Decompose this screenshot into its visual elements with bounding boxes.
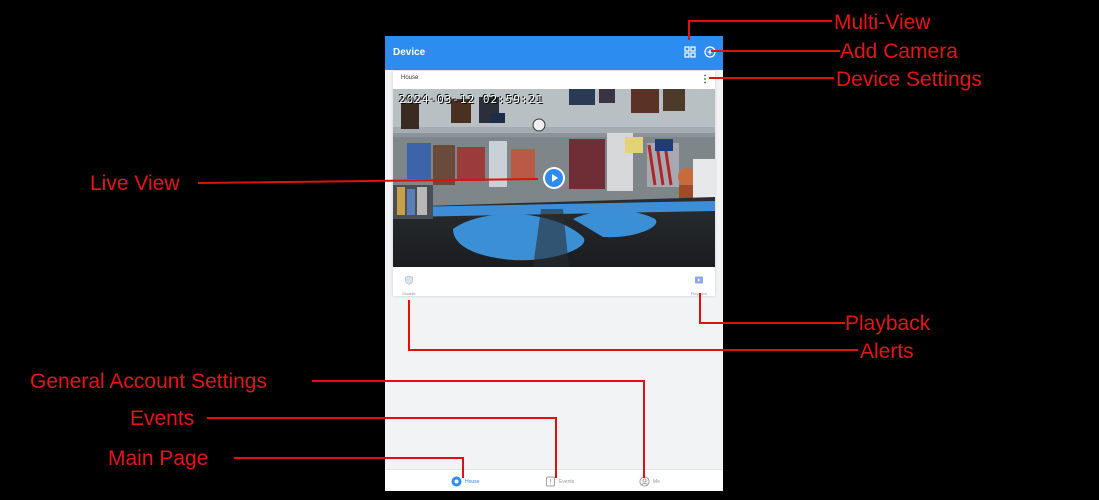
playback-icon xyxy=(695,276,703,284)
live-view-thumbnail[interactable]: 2024-03-12 02:59:21 xyxy=(393,89,715,267)
page-title: Device xyxy=(393,47,426,58)
plus-circle-icon xyxy=(704,46,716,58)
callout-main-page: Main Page xyxy=(108,447,209,470)
callout-alerts: Alerts xyxy=(860,340,914,363)
kebab-icon xyxy=(704,74,706,84)
playback-label: Playback xyxy=(690,291,708,296)
tab-label: House xyxy=(465,479,480,485)
play-button[interactable] xyxy=(543,167,565,189)
shield-icon xyxy=(405,275,413,285)
events-icon xyxy=(546,476,555,487)
camera-card: House 2024-03-12 02:59:21 Disable Playba… xyxy=(393,71,715,296)
account-icon xyxy=(639,476,650,487)
callout-playback: Playback xyxy=(845,312,931,335)
tab-label: Me xyxy=(653,479,660,485)
home-icon xyxy=(451,476,462,487)
callout-multi-view: Multi-View xyxy=(834,11,931,34)
camera-card-footer: Disable Playback xyxy=(393,269,715,296)
alerts-button[interactable]: Disable xyxy=(389,272,429,296)
callout-device-settings: Device Settings xyxy=(836,68,982,91)
app-screen: Device House 2024-03-12 02:59:21 Disable… xyxy=(385,36,723,491)
alerts-label: Disable xyxy=(402,291,416,296)
play-icon xyxy=(545,169,563,187)
tab-label: Events xyxy=(559,479,575,485)
callout-events: Events xyxy=(130,407,195,430)
video-timestamp: 2024-03-12 02:59:21 xyxy=(399,93,544,106)
device-settings-button[interactable] xyxy=(701,73,709,85)
callout-add-camera: Add Camera xyxy=(840,40,958,63)
camera-name: House xyxy=(401,75,419,81)
callout-live-view: Live View xyxy=(90,172,180,195)
app-header: Device xyxy=(385,36,723,70)
multi-view-button[interactable] xyxy=(683,45,697,59)
grid-icon xyxy=(684,46,696,58)
add-camera-button[interactable] xyxy=(703,45,717,59)
callout-account-settings: General Account Settings xyxy=(30,370,267,393)
bottom-tab-bar: House Events Me xyxy=(385,469,723,491)
camera-card-header: House xyxy=(393,71,715,87)
playback-button[interactable]: Playback xyxy=(679,272,719,296)
